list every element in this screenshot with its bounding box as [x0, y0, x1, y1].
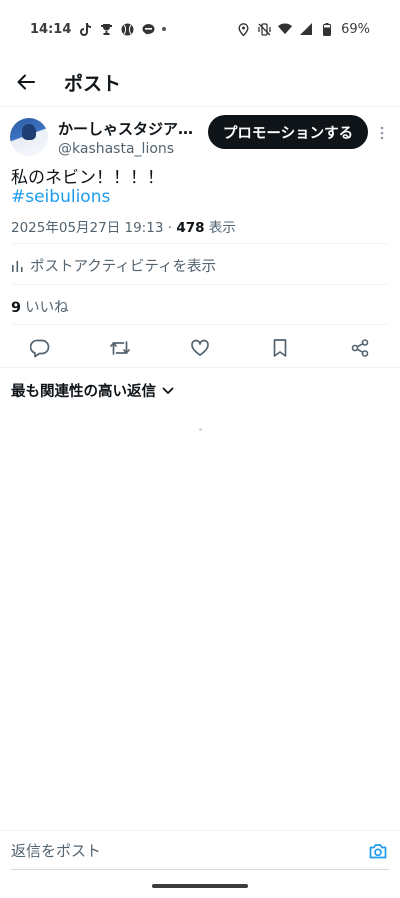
header-divider — [0, 106, 400, 107]
meta-separator: · — [167, 220, 173, 236]
like-button[interactable] — [185, 333, 215, 363]
more-options-button[interactable] — [374, 121, 390, 145]
post-datetime: 2025年05月27日 19:13 — [11, 220, 164, 236]
divider — [11, 284, 389, 285]
location-icon — [236, 22, 250, 36]
reply-button[interactable] — [25, 333, 55, 363]
display-name[interactable]: かーしゃスタジア… — [58, 118, 208, 139]
battery-icon — [320, 22, 334, 36]
likes-count: 9 — [11, 300, 22, 316]
divider — [0, 367, 400, 368]
camera-icon — [369, 844, 387, 859]
status-left: 14:14 — [30, 21, 167, 37]
promote-button[interactable]: プロモーションする — [208, 115, 368, 149]
action-bar — [0, 333, 400, 363]
post-meta: 2025年05月27日 19:13 · 478 表示 — [11, 216, 236, 236]
vibrate-icon — [257, 22, 271, 36]
status-time: 14:14 — [30, 21, 72, 37]
page-title: ポスト — [64, 72, 122, 95]
repost-button[interactable] — [105, 333, 135, 363]
top-app-bar: ポスト — [0, 58, 400, 106]
sort-label: 最も関連性の高い返信 — [11, 384, 156, 400]
status-right: 69% — [236, 22, 370, 37]
camera-button[interactable] — [368, 841, 388, 861]
trophy-icon — [99, 22, 113, 36]
author-row: かーしゃスタジア… @kashasta_lions プロモーションする — [10, 115, 390, 159]
views-count: 478 — [176, 220, 205, 236]
reply-input[interactable] — [11, 837, 351, 865]
notification-dot — [162, 27, 167, 31]
reply-bar — [0, 830, 400, 870]
analytics-icon — [12, 261, 23, 272]
bookmark-icon — [273, 339, 287, 357]
share-icon — [351, 339, 369, 357]
likes-summary[interactable]: 9 いいね — [11, 296, 69, 317]
heart-icon — [191, 339, 209, 356]
divider — [11, 324, 389, 325]
post-activity-link[interactable]: ポストアクティビティを表示 — [11, 255, 216, 276]
wifi-icon — [278, 22, 293, 36]
likes-label: いいね — [25, 300, 69, 316]
arrow-left-icon — [17, 74, 35, 90]
status-bar: 14:14 69% — [0, 0, 400, 58]
post-activity-label: ポストアクティビティを表示 — [30, 259, 217, 275]
reply-underline — [11, 869, 389, 870]
share-button[interactable] — [345, 333, 375, 363]
repost-icon — [110, 341, 130, 355]
more-vertical-icon — [380, 126, 384, 140]
divider — [11, 243, 389, 244]
bookmark-button[interactable] — [265, 333, 295, 363]
back-button[interactable] — [0, 58, 52, 106]
chevron-down-icon — [162, 387, 174, 394]
line-app-icon — [141, 22, 155, 36]
reply-sort-selector[interactable]: 最も関連性の高い返信 — [11, 380, 174, 401]
signal-icon — [299, 22, 313, 36]
loading-indicator — [199, 428, 202, 431]
tiktok-icon — [78, 22, 92, 36]
views-label: 表示 — [208, 220, 236, 236]
reply-icon — [30, 339, 50, 358]
post-text: 私のネビン！！！！ — [11, 168, 164, 188]
author-names[interactable]: かーしゃスタジア… @kashasta_lions — [58, 118, 208, 157]
home-indicator[interactable] — [152, 884, 248, 888]
hashtag-link[interactable]: #seibulions — [11, 187, 110, 207]
avatar[interactable] — [10, 118, 48, 156]
battery-percent: 69% — [341, 21, 370, 37]
user-handle[interactable]: @kashasta_lions — [58, 141, 208, 157]
baseball-icon — [120, 22, 134, 36]
